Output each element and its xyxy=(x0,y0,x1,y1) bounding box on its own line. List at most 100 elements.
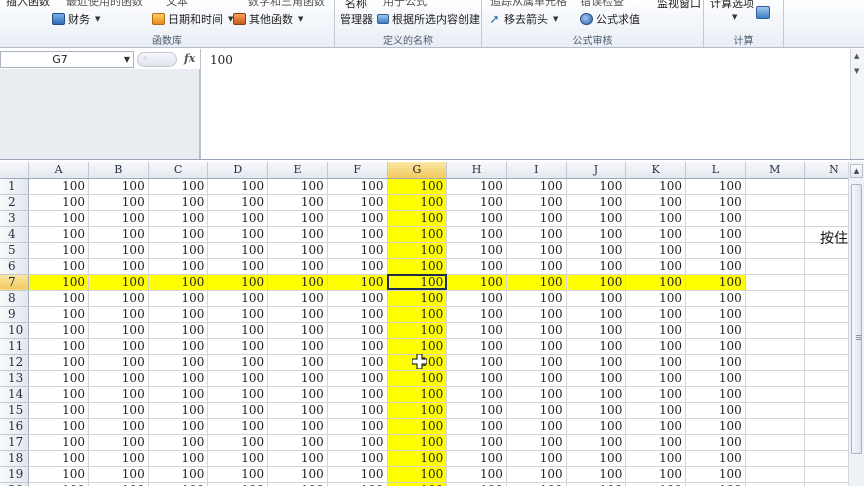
cell-f19[interactable]: 100 xyxy=(327,466,388,483)
cell-g9[interactable]: 100 xyxy=(387,306,448,323)
cell-h19[interactable]: 100 xyxy=(446,466,507,483)
cell-m13[interactable] xyxy=(745,370,805,387)
cell-l10[interactable]: 100 xyxy=(685,322,746,339)
cell-g7[interactable]: 100 xyxy=(387,274,448,291)
recent-functions-button[interactable]: 最近使用的函数 xyxy=(66,0,143,9)
cell-l4[interactable]: 100 xyxy=(685,226,746,243)
cell-f11[interactable]: 100 xyxy=(327,338,388,355)
cell-i16[interactable]: 100 xyxy=(506,418,567,435)
cell-k12[interactable]: 100 xyxy=(625,354,687,371)
cell-m2[interactable] xyxy=(745,194,805,211)
cell-h4[interactable]: 100 xyxy=(446,226,507,243)
cell-f16[interactable]: 100 xyxy=(327,418,388,435)
cell-h7[interactable]: 100 xyxy=(446,274,507,291)
cell-f8[interactable]: 100 xyxy=(327,290,388,307)
cell-b2[interactable]: 100 xyxy=(88,194,149,211)
cell-l19[interactable]: 100 xyxy=(685,466,746,483)
cell-i7[interactable]: 100 xyxy=(506,274,567,291)
cell-i14[interactable]: 100 xyxy=(506,386,567,403)
cell-m18[interactable] xyxy=(745,450,805,467)
row-header-4[interactable]: 4 xyxy=(0,226,30,243)
cell-e9[interactable]: 100 xyxy=(267,306,328,323)
cell-d4[interactable]: 100 xyxy=(207,226,269,243)
cell-m14[interactable] xyxy=(745,386,805,403)
cell-c18[interactable]: 100 xyxy=(148,450,209,467)
cell-m19[interactable] xyxy=(745,466,805,483)
cell-g14[interactable]: 100 xyxy=(387,386,448,403)
cell-l9[interactable]: 100 xyxy=(685,306,746,323)
insert-function-button[interactable]: 插入函数 xyxy=(6,0,50,9)
cell-m7[interactable] xyxy=(745,274,805,291)
cell-c20[interactable]: 100 xyxy=(148,482,209,486)
cell-b20[interactable]: 100 xyxy=(88,482,149,486)
cell-c10[interactable]: 100 xyxy=(148,322,209,339)
cell-j4[interactable]: 100 xyxy=(566,226,627,243)
cell-h14[interactable]: 100 xyxy=(446,386,507,403)
cell-k15[interactable]: 100 xyxy=(625,402,687,419)
cell-j19[interactable]: 100 xyxy=(566,466,627,483)
cell-d8[interactable]: 100 xyxy=(207,290,269,307)
cell-c2[interactable]: 100 xyxy=(148,194,209,211)
cell-g2[interactable]: 100 xyxy=(387,194,448,211)
cell-g5[interactable]: 100 xyxy=(387,242,448,259)
cell-i6[interactable]: 100 xyxy=(506,258,567,275)
cell-k9[interactable]: 100 xyxy=(625,306,687,323)
cell-g3[interactable]: 100 xyxy=(387,210,448,227)
chevron-down-icon[interactable]: ▼ xyxy=(854,67,859,75)
column-header-e[interactable]: E xyxy=(267,162,328,179)
cell-c6[interactable]: 100 xyxy=(148,258,209,275)
cell-c4[interactable]: 100 xyxy=(148,226,209,243)
cell-a15[interactable]: 100 xyxy=(28,402,89,419)
cell-j1[interactable]: 100 xyxy=(566,178,627,195)
cell-k16[interactable]: 100 xyxy=(625,418,687,435)
cell-j2[interactable]: 100 xyxy=(566,194,627,211)
formula-content[interactable]: 100 xyxy=(210,53,233,67)
cell-g11[interactable]: 100 xyxy=(387,338,448,355)
cell-a6[interactable]: 100 xyxy=(28,258,89,275)
cell-f12[interactable]: 100 xyxy=(327,354,388,371)
cell-c5[interactable]: 100 xyxy=(148,242,209,259)
cell-b13[interactable]: 100 xyxy=(88,370,149,387)
cell-f10[interactable]: 100 xyxy=(327,322,388,339)
row-header-19[interactable]: 19 xyxy=(0,466,30,483)
cell-m1[interactable] xyxy=(745,178,805,195)
cell-b9[interactable]: 100 xyxy=(88,306,149,323)
cell-a20[interactable]: 100 xyxy=(28,482,89,486)
cell-l2[interactable]: 100 xyxy=(685,194,746,211)
cell-e3[interactable]: 100 xyxy=(267,210,328,227)
cell-i17[interactable]: 100 xyxy=(506,434,567,451)
column-header-k[interactable]: K xyxy=(625,162,687,179)
cell-f5[interactable]: 100 xyxy=(327,242,388,259)
insert-function-fx-button[interactable]: fx xyxy=(184,52,195,65)
cell-l11[interactable]: 100 xyxy=(685,338,746,355)
cell-d16[interactable]: 100 xyxy=(207,418,269,435)
cell-h2[interactable]: 100 xyxy=(446,194,507,211)
cell-e7[interactable]: 100 xyxy=(267,274,328,291)
cell-m16[interactable] xyxy=(745,418,805,435)
watch-window-button[interactable]: 监视窗口 xyxy=(657,0,701,11)
trace-dependents-button[interactable]: 追踪从属单元格 xyxy=(490,0,567,9)
cell-c11[interactable]: 100 xyxy=(148,338,209,355)
cell-k17[interactable]: 100 xyxy=(625,434,687,451)
cell-k8[interactable]: 100 xyxy=(625,290,687,307)
cell-e10[interactable]: 100 xyxy=(267,322,328,339)
scroll-up-button[interactable]: ▲ xyxy=(850,164,863,178)
cell-a8[interactable]: 100 xyxy=(28,290,89,307)
cell-d3[interactable]: 100 xyxy=(207,210,269,227)
cell-m3[interactable] xyxy=(745,210,805,227)
cell-h8[interactable]: 100 xyxy=(446,290,507,307)
cell-f17[interactable]: 100 xyxy=(327,434,388,451)
cell-h1[interactable]: 100 xyxy=(446,178,507,195)
cell-a10[interactable]: 100 xyxy=(28,322,89,339)
cell-a4[interactable]: 100 xyxy=(28,226,89,243)
name-manager-button[interactable]: 管理器 xyxy=(340,11,373,27)
cell-a3[interactable]: 100 xyxy=(28,210,89,227)
row-header-5[interactable]: 5 xyxy=(0,242,30,259)
cell-i18[interactable]: 100 xyxy=(506,450,567,467)
cell-f9[interactable]: 100 xyxy=(327,306,388,323)
cell-b4[interactable]: 100 xyxy=(88,226,149,243)
cell-i12[interactable]: 100 xyxy=(506,354,567,371)
cell-i15[interactable]: 100 xyxy=(506,402,567,419)
cell-k5[interactable]: 100 xyxy=(625,242,687,259)
cell-d7[interactable]: 100 xyxy=(207,274,269,291)
